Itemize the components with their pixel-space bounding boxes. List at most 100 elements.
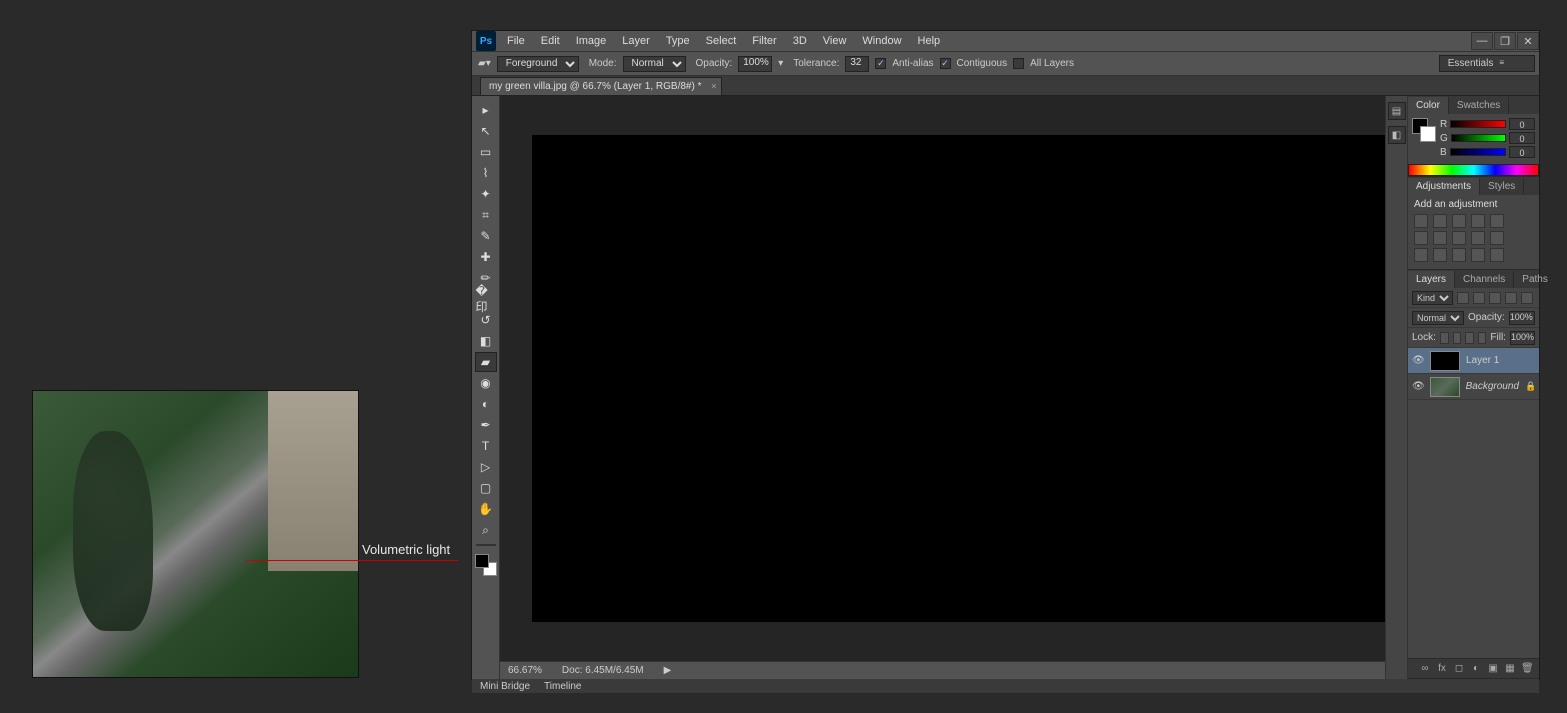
- layer-item[interactable]: 👁Background🔒: [1408, 374, 1539, 400]
- close-tab-icon[interactable]: ×: [711, 81, 716, 91]
- layer-name[interactable]: Layer 1: [1466, 355, 1535, 366]
- adj-threshold-icon[interactable]: [1452, 248, 1466, 262]
- menu-type[interactable]: Type: [659, 32, 697, 50]
- tolerance-input[interactable]: 32: [845, 56, 869, 72]
- tab-layers[interactable]: Layers: [1408, 271, 1455, 288]
- delete-layer-icon[interactable]: 🗑: [1521, 663, 1533, 675]
- layer-item[interactable]: 👁 Layer 1: [1408, 348, 1539, 374]
- channel-G-slider[interactable]: [1451, 134, 1506, 142]
- adj-channel-mixer-icon[interactable]: [1471, 231, 1485, 245]
- tab-timeline[interactable]: Timeline: [544, 681, 581, 692]
- history-brush-tool[interactable]: ↺: [475, 310, 497, 330]
- eyedropper-tool[interactable]: ✎: [475, 226, 497, 246]
- lock-position-icon[interactable]: [1465, 332, 1474, 344]
- tab-styles[interactable]: Styles: [1480, 178, 1524, 195]
- lasso-tool[interactable]: ⌇: [475, 163, 497, 183]
- visibility-icon[interactable]: 👁: [1412, 355, 1424, 367]
- visibility-icon[interactable]: 👁: [1412, 381, 1424, 393]
- fill-source-select[interactable]: Foreground: [497, 56, 579, 72]
- eraser-tool[interactable]: ◧: [475, 331, 497, 351]
- channel-B-value[interactable]: 0: [1509, 146, 1535, 158]
- zoom-tool[interactable]: ⌕: [475, 520, 497, 540]
- menu-filter[interactable]: Filter: [745, 32, 783, 50]
- link-layers-icon[interactable]: ∞: [1419, 663, 1431, 675]
- tab-color[interactable]: Color: [1408, 97, 1449, 114]
- channel-R-value[interactable]: 0: [1509, 118, 1535, 130]
- canvas-area[interactable]: 66.67% Doc: 6.45M/6.45M ▶: [500, 96, 1385, 679]
- move-tool[interactable]: ↖: [475, 121, 497, 141]
- bucket-tool[interactable]: ▰: [475, 352, 497, 372]
- lock-pixels-icon[interactable]: [1453, 332, 1462, 344]
- adj-levels-icon[interactable]: [1433, 214, 1447, 228]
- history-panel-icon[interactable]: ▤: [1388, 102, 1406, 120]
- menu-edit[interactable]: Edit: [534, 32, 567, 50]
- new-layer-icon[interactable]: ▦: [1504, 663, 1516, 675]
- layer-name[interactable]: Background: [1466, 381, 1519, 392]
- color-swatch[interactable]: [1412, 118, 1436, 142]
- dodge-tool[interactable]: ◐: [475, 394, 497, 414]
- lock-trans-icon[interactable]: [1440, 332, 1449, 344]
- shape-tool[interactable]: ▢: [475, 478, 497, 498]
- adj-posterize-icon[interactable]: [1433, 248, 1447, 262]
- zoom-level[interactable]: 66.67%: [508, 665, 542, 676]
- menu-3d[interactable]: 3D: [786, 32, 814, 50]
- healing-tool[interactable]: ✚: [475, 247, 497, 267]
- stamp-tool[interactable]: �印: [475, 289, 497, 309]
- marquee-tool[interactable]: ▭: [475, 142, 497, 162]
- color-spectrum[interactable]: [1408, 164, 1539, 176]
- type-tool[interactable]: T: [475, 436, 497, 456]
- adj-curves-icon[interactable]: [1452, 214, 1466, 228]
- new-group-icon[interactable]: ▣: [1487, 663, 1499, 675]
- adj-vibrance-icon[interactable]: [1490, 214, 1504, 228]
- adj-gradmap-icon[interactable]: [1471, 248, 1485, 262]
- fg-bg-swatch[interactable]: [475, 554, 497, 576]
- menu-help[interactable]: Help: [911, 32, 948, 50]
- menu-select[interactable]: Select: [699, 32, 744, 50]
- adj-brightness-icon[interactable]: [1414, 214, 1428, 228]
- crop-tool[interactable]: ⌗: [475, 205, 497, 225]
- filter-smart-icon[interactable]: [1521, 292, 1533, 304]
- adj-hue-icon[interactable]: [1414, 231, 1428, 245]
- pen-tool[interactable]: ✒: [475, 415, 497, 435]
- layer-fill-input[interactable]: 100%: [1510, 331, 1535, 345]
- layer-blend-mode[interactable]: Normal: [1412, 311, 1464, 325]
- adj-photo-filter-icon[interactable]: [1452, 231, 1466, 245]
- filter-adj-icon[interactable]: [1473, 292, 1485, 304]
- tab-adjustments[interactable]: Adjustments: [1408, 178, 1480, 195]
- layer-filter-kind[interactable]: Kind: [1412, 291, 1453, 305]
- filter-shape-icon[interactable]: [1505, 292, 1517, 304]
- properties-panel-icon[interactable]: ◧: [1388, 126, 1406, 144]
- maximize-button[interactable]: ❐: [1494, 32, 1516, 50]
- adj-exposure-icon[interactable]: [1471, 214, 1485, 228]
- channel-G-value[interactable]: 0: [1509, 132, 1535, 144]
- filter-type-icon[interactable]: [1489, 292, 1501, 304]
- doc-size[interactable]: Doc: 6.45M/6.45M: [562, 665, 644, 676]
- path-tool[interactable]: ▷: [475, 457, 497, 477]
- layer-fx-icon[interactable]: fx: [1436, 663, 1448, 675]
- adj-selcolor-icon[interactable]: [1490, 248, 1504, 262]
- new-adjustment-icon[interactable]: ◐: [1470, 663, 1482, 675]
- layer-opacity-input[interactable]: 100%: [1509, 311, 1535, 325]
- tab-swatches[interactable]: Swatches: [1449, 97, 1509, 114]
- adj-lut-icon[interactable]: [1490, 231, 1504, 245]
- workspace-switcher[interactable]: Essentials ≡: [1439, 55, 1535, 72]
- layer-mask-icon[interactable]: ◻: [1453, 663, 1465, 675]
- tab-paths[interactable]: Paths: [1514, 271, 1557, 288]
- opacity-stepper[interactable]: ▾: [778, 58, 783, 69]
- all-layers-checkbox[interactable]: [1013, 58, 1024, 69]
- adj-bw-icon[interactable]: [1433, 231, 1447, 245]
- layer-thumb[interactable]: [1430, 377, 1460, 397]
- menu-view[interactable]: View: [816, 32, 854, 50]
- menu-image[interactable]: Image: [569, 32, 614, 50]
- close-button[interactable]: ✕: [1517, 32, 1539, 50]
- minimize-button[interactable]: —: [1471, 32, 1493, 50]
- adj-invert-icon[interactable]: [1414, 248, 1428, 262]
- tab-mini-bridge[interactable]: Mini Bridge: [480, 681, 530, 692]
- tab-channels[interactable]: Channels: [1455, 271, 1514, 288]
- tool-toggle-icon[interactable]: ▸: [475, 100, 497, 120]
- layer-thumb[interactable]: [1430, 351, 1460, 371]
- hand-tool[interactable]: ✋: [475, 499, 497, 519]
- antialias-checkbox[interactable]: ✓: [875, 58, 886, 69]
- document-canvas[interactable]: [533, 136, 1385, 621]
- menu-file[interactable]: File: [500, 32, 532, 50]
